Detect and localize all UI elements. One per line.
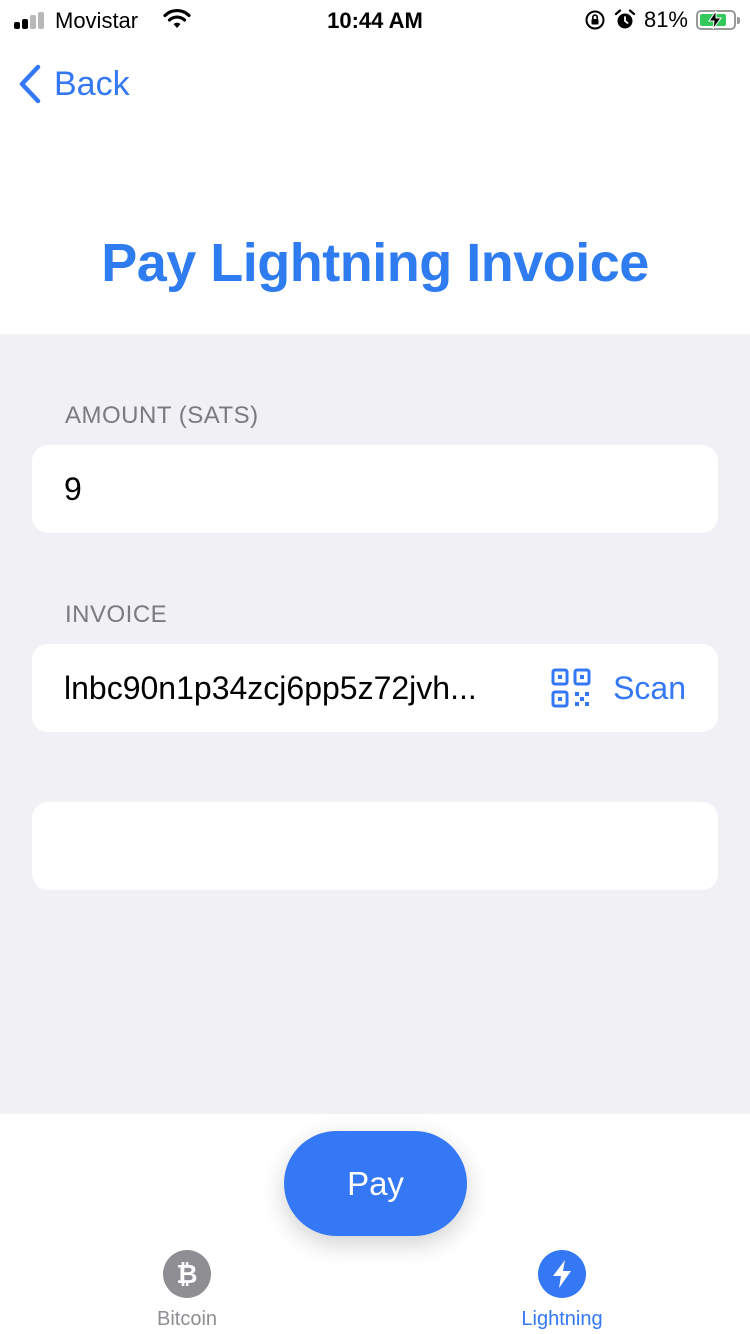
memo-input[interactable] [32, 802, 718, 890]
amount-value: 9 [64, 471, 82, 507]
battery-icon [696, 10, 740, 30]
tab-lightning[interactable]: Lightning [482, 1250, 642, 1331]
qr-code-icon [551, 668, 591, 708]
orientation-lock-icon [585, 10, 605, 30]
amount-input[interactable]: 9 [32, 445, 718, 533]
invoice-value: lnbc90n1p34zcj6pp5z72jvh... [64, 670, 477, 706]
invoice-label: INVOICE [65, 601, 168, 628]
tab-bitcoin[interactable]: ₿ Bitcoin [107, 1250, 267, 1331]
alarm-icon [614, 9, 636, 29]
pay-button[interactable]: Pay [284, 1131, 467, 1236]
invoice-input[interactable]: lnbc90n1p34zcj6pp5z72jvh... Scan [32, 644, 718, 732]
back-label: Back [54, 64, 130, 103]
amount-label: AMOUNT (SATS) [65, 402, 259, 429]
back-button[interactable]: Back [18, 62, 130, 106]
tab-bitcoin-label: Bitcoin [156, 1308, 218, 1330]
chevron-left-icon [19, 64, 41, 104]
bitcoin-icon: ₿ [163, 1250, 211, 1298]
scan-button[interactable]: Scan [551, 644, 686, 732]
tab-lightning-label: Lightning [521, 1308, 603, 1330]
lightning-icon [538, 1250, 586, 1298]
status-bar: Movistar 10:44 AM 81% [0, 0, 750, 40]
scan-label: Scan [613, 669, 686, 706]
page-title: Pay Lightning Invoice [101, 233, 649, 293]
battery-percentage: 81% [643, 7, 688, 32]
